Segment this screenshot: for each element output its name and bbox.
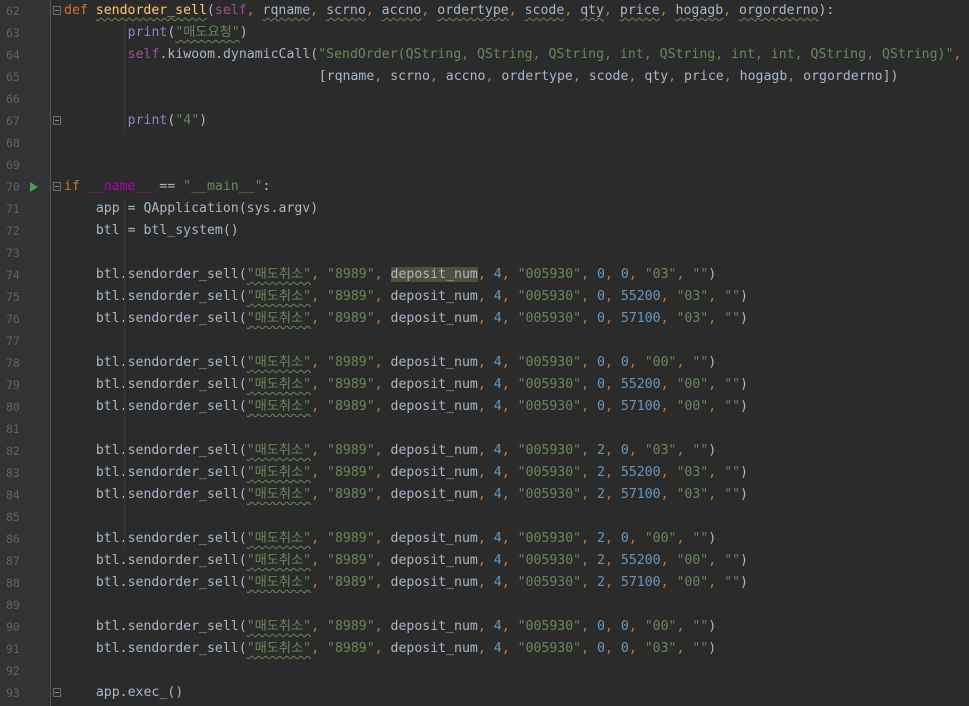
line-number: 71 <box>6 202 20 216</box>
line-number: 68 <box>6 136 20 150</box>
code-line[interactable]: 76 btl.sendorder_sell("매도취소", "8989", dep… <box>0 308 969 330</box>
line-number: 74 <box>6 268 20 282</box>
fold-marker-icon[interactable] <box>53 182 61 191</box>
code-line[interactable]: 72 btl = btl_system() <box>0 220 969 242</box>
code-text[interactable]: btl.sendorder_sell("매도취소", "8989", depos… <box>96 550 748 572</box>
line-number: 93 <box>6 686 20 700</box>
code-line[interactable]: 82 btl.sendorder_sell("매도취소", "8989", dep… <box>0 440 969 462</box>
code-text[interactable]: btl = btl_system() <box>96 220 239 242</box>
code-line[interactable]: 62 def sendorder_sell(self, rqname, scrno… <box>0 0 969 22</box>
line-number: 67 <box>6 114 20 128</box>
line-number: 70 <box>6 180 20 194</box>
code-text[interactable]: self.kiwoom.dynamicCall("SendOrder(QStri… <box>128 44 962 66</box>
line-number: 63 <box>6 26 20 40</box>
indent-guide <box>123 198 125 550</box>
code-text[interactable]: print("매도요청") <box>128 22 248 44</box>
code-line[interactable]: 88 btl.sendorder_sell("매도취소", "8989", dep… <box>0 572 969 594</box>
line-number: 79 <box>6 378 20 392</box>
code-line[interactable]: 93 app.exec_() <box>0 682 969 704</box>
code-text[interactable]: [rqname, scrno, accno, ordertype, scode,… <box>319 66 899 88</box>
code-text[interactable]: btl.sendorder_sell("매도취소", "8989", depos… <box>96 374 748 396</box>
line-number: 75 <box>6 290 20 304</box>
code-line[interactable]: 75 btl.sendorder_sell("매도취소", "8989", dep… <box>0 286 969 308</box>
code-line[interactable]: 70 if __name__ == "__main__": <box>0 176 969 198</box>
line-number: 87 <box>6 554 20 568</box>
line-number: 65 <box>6 70 20 84</box>
code-line[interactable]: 84 btl.sendorder_sell("매도취소", "8989", dep… <box>0 484 969 506</box>
code-editor[interactable]: 62 def sendorder_sell(self, rqname, scrno… <box>0 0 969 706</box>
code-line[interactable]: 66 <box>0 88 969 110</box>
code-line[interactable]: 78 btl.sendorder_sell("매도취소", "8989", dep… <box>0 352 969 374</box>
line-number: 66 <box>6 92 20 106</box>
code-text[interactable]: btl.sendorder_sell("매도취소", "8989", depos… <box>96 264 716 286</box>
line-number: 84 <box>6 488 20 502</box>
line-number: 72 <box>6 224 20 238</box>
line-number: 91 <box>6 642 20 656</box>
code-text[interactable]: btl.sendorder_sell("매도취소", "8989", depos… <box>96 638 716 660</box>
line-number: 85 <box>6 510 20 524</box>
code-text[interactable]: btl.sendorder_sell("매도취소", "8989", depos… <box>96 396 748 418</box>
code-line[interactable]: 89 <box>0 594 969 616</box>
code-text[interactable]: def sendorder_sell(self, rqname, scrno, … <box>64 0 834 22</box>
code-line[interactable]: 91 btl.sendorder_sell("매도취소", "8989", dep… <box>0 638 969 660</box>
run-gutter-icon[interactable] <box>30 182 38 192</box>
indent-guide <box>123 22 125 132</box>
line-number: 82 <box>6 444 20 458</box>
line-number: 77 <box>6 334 20 348</box>
code-text[interactable]: app.exec_() <box>96 682 183 704</box>
code-line[interactable]: 92 <box>0 660 969 682</box>
code-line[interactable]: 79 btl.sendorder_sell("매도취소", "8989", dep… <box>0 374 969 396</box>
line-number: 73 <box>6 246 20 260</box>
line-number: 81 <box>6 422 20 436</box>
code-line[interactable]: 73 <box>0 242 969 264</box>
line-number: 86 <box>6 532 20 546</box>
code-text[interactable]: btl.sendorder_sell("매도취소", "8989", depos… <box>96 352 716 374</box>
code-line[interactable]: 87 btl.sendorder_sell("매도취소", "8989", dep… <box>0 550 969 572</box>
code-line[interactable]: 74 btl.sendorder_sell("매도취소", "8989", dep… <box>0 264 969 286</box>
code-text[interactable]: btl.sendorder_sell("매도취소", "8989", depos… <box>96 308 748 330</box>
code-text[interactable]: print("4") <box>128 110 207 132</box>
code-line[interactable]: 77 <box>0 330 969 352</box>
line-number: 62 <box>6 4 20 18</box>
code-line[interactable]: 85 <box>0 506 969 528</box>
code-line[interactable]: 81 <box>0 418 969 440</box>
code-text[interactable]: app = QApplication(sys.argv) <box>96 198 318 220</box>
code-text[interactable]: if __name__ == "__main__": <box>64 176 270 198</box>
code-text[interactable]: btl.sendorder_sell("매도취소", "8989", depos… <box>96 286 748 308</box>
code-text[interactable]: btl.sendorder_sell("매도취소", "8989", depos… <box>96 440 716 462</box>
code-line[interactable]: 71 app = QApplication(sys.argv) <box>0 198 969 220</box>
code-text[interactable]: btl.sendorder_sell("매도취소", "8989", depos… <box>96 462 748 484</box>
code-text[interactable]: btl.sendorder_sell("매도취소", "8989", depos… <box>96 484 748 506</box>
code-text[interactable]: btl.sendorder_sell("매도취소", "8989", depos… <box>96 572 748 594</box>
code-line[interactable]: 90 btl.sendorder_sell("매도취소", "8989", dep… <box>0 616 969 638</box>
code-line[interactable]: 69 <box>0 154 969 176</box>
line-number: 78 <box>6 356 20 370</box>
code-line[interactable]: 86 btl.sendorder_sell("매도취소", "8989", dep… <box>0 528 969 550</box>
code-line[interactable]: 64 self.kiwoom.dynamicCall("SendOrder(QSt… <box>0 44 969 66</box>
code-line[interactable]: 63 print("매도요청") <box>0 22 969 44</box>
code-line[interactable]: 68 <box>0 132 969 154</box>
line-number: 83 <box>6 466 20 480</box>
line-number: 64 <box>6 48 20 62</box>
code-line[interactable]: 67 print("4") <box>0 110 969 132</box>
fold-marker-icon[interactable] <box>53 688 61 697</box>
line-number: 89 <box>6 598 20 612</box>
line-number: 92 <box>6 664 20 678</box>
fold-marker-icon[interactable] <box>53 6 61 15</box>
line-number: 88 <box>6 576 20 590</box>
line-number: 80 <box>6 400 20 414</box>
code-line[interactable]: 65 [rqname, scrno, accno, ordertype, scod… <box>0 66 969 88</box>
code-text[interactable]: btl.sendorder_sell("매도취소", "8989", depos… <box>96 528 716 550</box>
fold-marker-icon[interactable] <box>53 116 61 125</box>
line-number: 76 <box>6 312 20 326</box>
line-number: 90 <box>6 620 20 634</box>
code-line[interactable]: 83 btl.sendorder_sell("매도취소", "8989", dep… <box>0 462 969 484</box>
line-number: 69 <box>6 158 20 172</box>
code-line[interactable]: 80 btl.sendorder_sell("매도취소", "8989", dep… <box>0 396 969 418</box>
code-text[interactable]: btl.sendorder_sell("매도취소", "8989", depos… <box>96 616 716 638</box>
